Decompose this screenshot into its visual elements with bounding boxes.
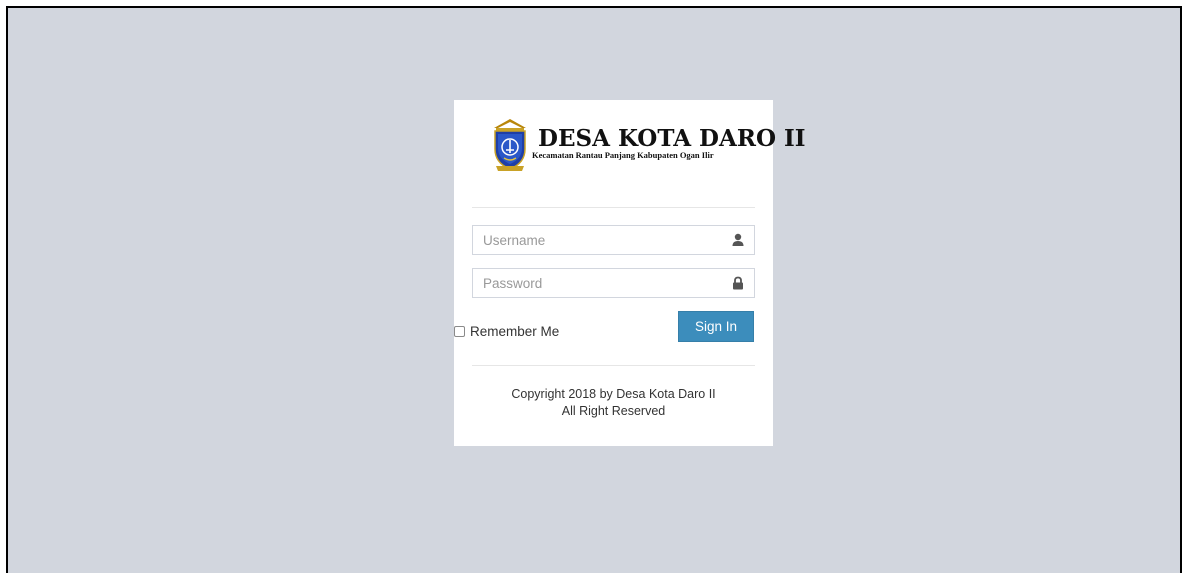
user-icon xyxy=(732,233,744,246)
bottom-divider xyxy=(472,365,755,366)
top-divider xyxy=(472,207,755,208)
copyright-line: Copyright 2018 by Desa Kota Daro II xyxy=(511,387,716,401)
remember-checkbox[interactable] xyxy=(454,325,465,337)
username-input[interactable] xyxy=(473,226,754,254)
page-background: DESA KOTA DARO II Kecamatan Rantau Panja… xyxy=(6,6,1182,573)
brand-subtitle: Kecamatan Rantau Panjang Kabupaten Ogan … xyxy=(532,150,714,160)
regency-emblem-logo xyxy=(494,119,526,171)
password-field xyxy=(472,268,755,298)
brand-title: DESA KOTA DARO II xyxy=(538,125,806,152)
sign-in-button[interactable]: Sign In xyxy=(678,311,754,342)
lock-icon xyxy=(733,276,743,290)
rights-line: All Right Reserved xyxy=(561,404,666,418)
remember-me[interactable]: Remember Me xyxy=(454,323,559,339)
password-input[interactable] xyxy=(473,269,754,297)
username-field xyxy=(472,225,755,255)
login-box: DESA KOTA DARO II Kecamatan Rantau Panja… xyxy=(454,100,806,446)
remember-label: Remember Me xyxy=(470,323,560,339)
brand-logo: DESA KOTA DARO II Kecamatan Rantau Panja… xyxy=(492,117,806,173)
